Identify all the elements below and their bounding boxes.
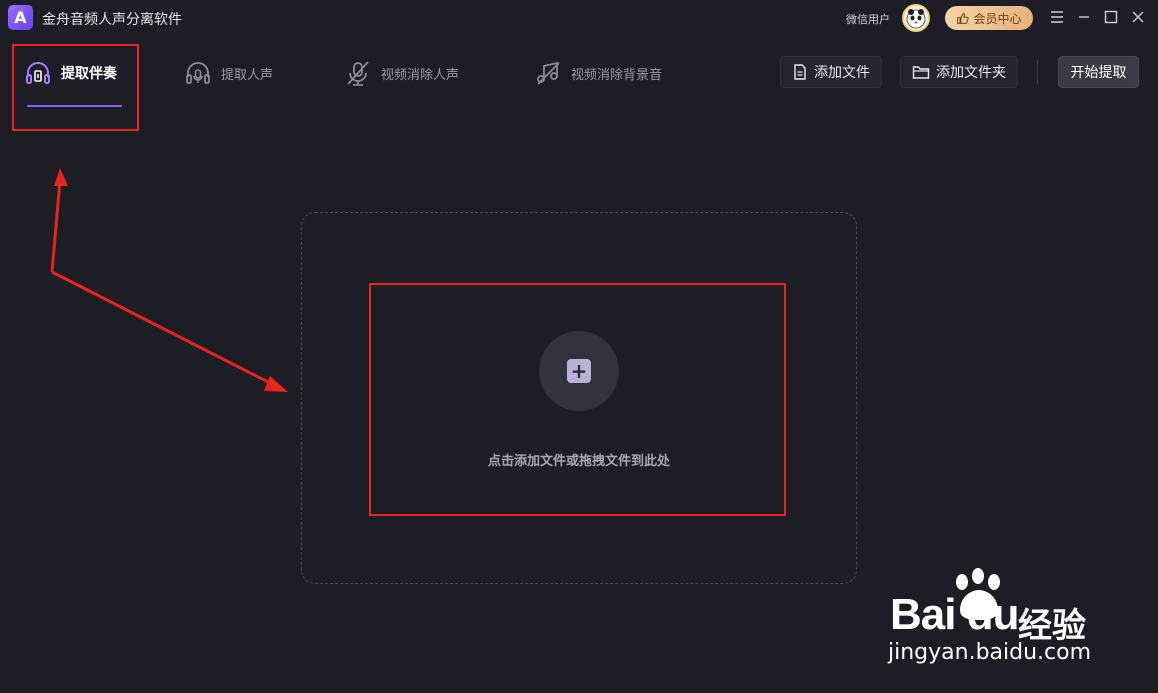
add-folder-button[interactable]: 添加文件夹 (900, 56, 1018, 88)
user-name[interactable]: 微信用户 (846, 11, 890, 27)
tab-label: 视频消除背景音 (571, 67, 663, 83)
tab-video-remove-background[interactable]: 视频消除背景音 (534, 58, 662, 88)
vip-center-label: 会员中心 (973, 11, 1022, 26)
app-logo-icon: A (8, 5, 33, 30)
baidu-jingyan-watermark: Bai du 经验 jingyan.baidu.com (888, 568, 1138, 678)
vip-center-button[interactable]: 会员中心 (945, 6, 1033, 30)
add-file-button[interactable]: 添加文件 (780, 56, 882, 88)
start-extract-button[interactable]: 开始提取 (1058, 56, 1139, 88)
title-bar: A 金舟音频人声分离软件 微信用户 会员中心 (0, 0, 1158, 36)
watermark-logo: Bai du (890, 590, 1019, 639)
start-extract-label: 开始提取 (1070, 65, 1127, 81)
maximize-icon[interactable] (1101, 7, 1121, 27)
folder-icon (912, 66, 930, 79)
tab-label: 提取人声 (221, 67, 274, 83)
add-file-label: 添加文件 (814, 65, 870, 81)
file-icon (794, 64, 806, 80)
tab-label: 视频消除人声 (381, 67, 460, 83)
annotation-highlight-dropzone (369, 283, 786, 516)
headphone-mic-icon (186, 62, 210, 84)
tab-video-remove-vocals[interactable]: 视频消除人声 (344, 58, 459, 88)
annotation-highlight-tab (12, 44, 139, 131)
avatar[interactable] (902, 4, 930, 32)
toolbar-divider (1037, 60, 1038, 84)
app-window: A 金舟音频人声分离软件 微信用户 会员中心 提取伴奏 提取人声 视频消除人声 … (0, 0, 1158, 693)
mic-off-icon (347, 61, 369, 86)
close-icon[interactable] (1128, 7, 1148, 27)
tab-extract-vocals[interactable]: 提取人声 (184, 58, 273, 88)
add-folder-label: 添加文件夹 (936, 65, 1006, 81)
watermark-url: jingyan.baidu.com (888, 640, 1092, 665)
app-title: 金舟音频人声分离软件 (42, 12, 182, 28)
music-off-icon (537, 61, 560, 85)
menu-icon[interactable] (1047, 7, 1067, 27)
thumb-up-icon (957, 12, 970, 24)
minimize-icon[interactable] (1074, 7, 1094, 27)
